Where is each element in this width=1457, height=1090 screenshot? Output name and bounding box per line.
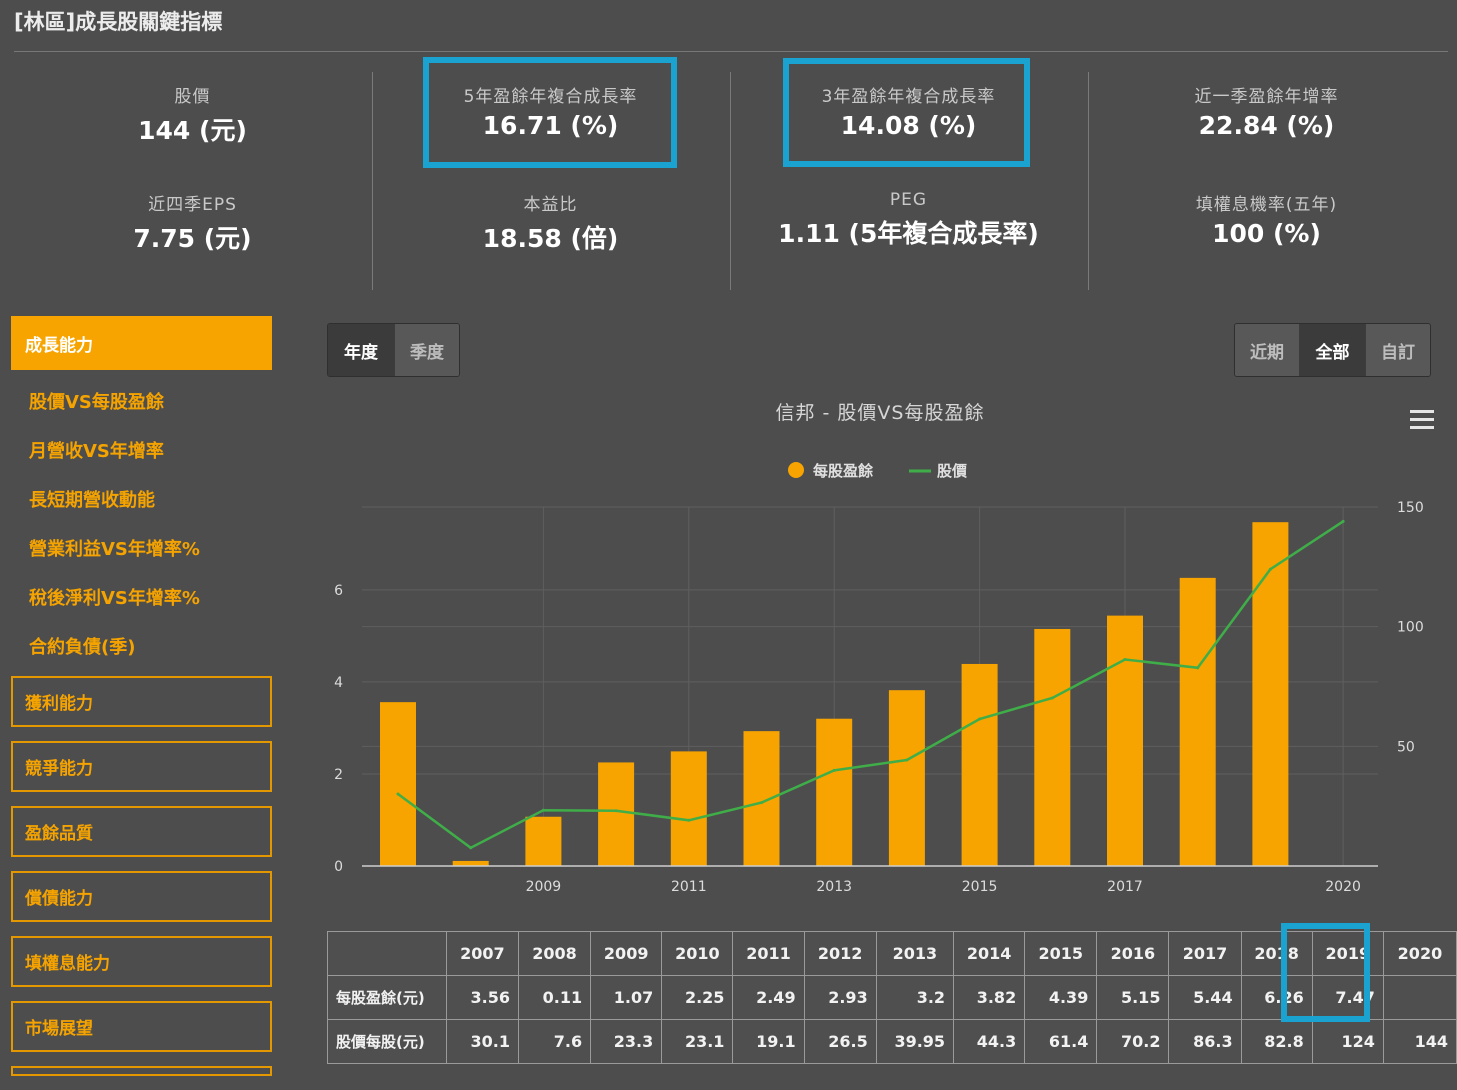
eps-bar (1252, 522, 1289, 866)
table-cell: 3.2 (875, 975, 955, 1020)
eps-bar (816, 718, 853, 866)
table-year-header: 2010 (661, 931, 734, 976)
price-point (687, 818, 691, 822)
table-year-header: 2009 (590, 931, 663, 976)
table-cell: 23.1 (661, 1019, 734, 1064)
table-year-header: 2012 (803, 931, 877, 976)
table-cell: 26.5 (803, 1019, 877, 1064)
y-left-tick-label: 6 (334, 583, 343, 599)
price-point (1268, 567, 1272, 571)
price-point (905, 758, 909, 762)
chart-legend: 每股盈餘 股價 (788, 462, 968, 480)
chart-grid (362, 506, 1378, 867)
table-cell: 1.07 (590, 975, 663, 1020)
eps-bar (1107, 615, 1143, 866)
eps-bar (452, 860, 489, 866)
price-point (541, 808, 545, 812)
highlight-2019 (1281, 923, 1370, 1022)
table-cell: 70.2 (1096, 1019, 1170, 1064)
x-tick-label: 2011 (671, 879, 707, 895)
table-cell: 124 (1311, 1019, 1384, 1064)
x-tick-label: 2009 (526, 879, 562, 895)
table-cell: 61.4 (1024, 1019, 1098, 1064)
price-point (1050, 696, 1054, 700)
eps-bar (961, 663, 998, 866)
table-cell: 2.93 (803, 975, 877, 1020)
table-cell: 144 (1382, 1019, 1457, 1064)
price-point (760, 801, 763, 805)
table-cell: 5.44 (1168, 975, 1242, 1020)
legend-eps-marker (788, 462, 804, 478)
y-left-tick-label: 4 (334, 675, 343, 691)
x-tick-label: 2017 (1107, 879, 1143, 895)
table-corner-cell (327, 931, 447, 976)
table-row: 股價每股(元) 30.1 7.6 23.3 23.1 19.1 26.5 39.95 44.3 6… (327, 1019, 1457, 1064)
price-point (978, 717, 982, 721)
price-point (469, 846, 473, 850)
table-year-header: 2011 (732, 931, 805, 976)
eps-bar (743, 731, 780, 866)
x-tick-label: 2020 (1325, 879, 1361, 895)
y-left-tick-label: 2 (334, 767, 343, 783)
table-cell: 86.3 (1168, 1019, 1242, 1064)
table-year-header: 2013 (875, 931, 955, 976)
table-cell: 44.3 (953, 1019, 1026, 1064)
x-tick-label: 2015 (962, 879, 998, 895)
table-cell: 23.3 (590, 1019, 663, 1064)
eps-bar (1179, 577, 1216, 866)
y-right-tick-label: 50 (1397, 739, 1415, 755)
price-point (1196, 666, 1200, 670)
table-cell: 30.1 (445, 1019, 519, 1064)
table-row-label: 股價每股(元) (327, 1019, 447, 1064)
eps-bar (598, 762, 635, 866)
table-row-label: 每股盈餘(元) (327, 975, 447, 1020)
table-cell: 3.82 (953, 975, 1026, 1020)
eps-bar (1034, 628, 1071, 866)
eps-bar (888, 690, 925, 866)
price-point (1123, 657, 1127, 661)
table-cell: 7.6 (517, 1019, 592, 1064)
table-year-header: 2020 (1382, 931, 1457, 976)
eps-bar (380, 702, 416, 866)
table-year-header: 2015 (1024, 931, 1098, 976)
price-point (396, 792, 400, 796)
price-point (832, 768, 836, 772)
table-cell: 2.49 (732, 975, 805, 1020)
table-cell: 5.15 (1096, 975, 1170, 1020)
table-year-header: 2016 (1096, 931, 1170, 976)
table-cell: 39.95 (875, 1019, 955, 1064)
table-cell: 4.39 (1024, 975, 1098, 1020)
table-cell: 82.8 (1240, 1019, 1313, 1064)
eps-bar (670, 751, 707, 866)
table-year-header: 2017 (1168, 931, 1242, 976)
table-year-header: 2007 (445, 931, 519, 976)
y-right-tick-label: 150 (1397, 500, 1424, 516)
table-cell: 19.1 (732, 1019, 805, 1064)
table-cell: 0.11 (517, 975, 592, 1020)
table-cell: 2.25 (661, 975, 734, 1020)
table-cell: 3.56 (445, 975, 519, 1020)
y-right-tick-label: 100 (1397, 620, 1424, 636)
legend-price-label: 股價 (937, 462, 968, 480)
table-year-header: 2014 (953, 931, 1026, 976)
table-year-header: 2008 (517, 931, 592, 976)
price-eps-chart: 0 2 4 6 50 100 150 2009 2011 2013 2015 2017 2020 每股盈… (334, 462, 1424, 895)
price-point (1341, 519, 1345, 523)
x-tick-label: 2013 (816, 879, 852, 895)
price-point (614, 809, 618, 813)
y-left-tick-label: 0 (334, 859, 343, 875)
legend-eps-label: 每股盈餘 (813, 462, 874, 480)
table-cell (1382, 975, 1457, 1020)
eps-bar (525, 816, 562, 866)
